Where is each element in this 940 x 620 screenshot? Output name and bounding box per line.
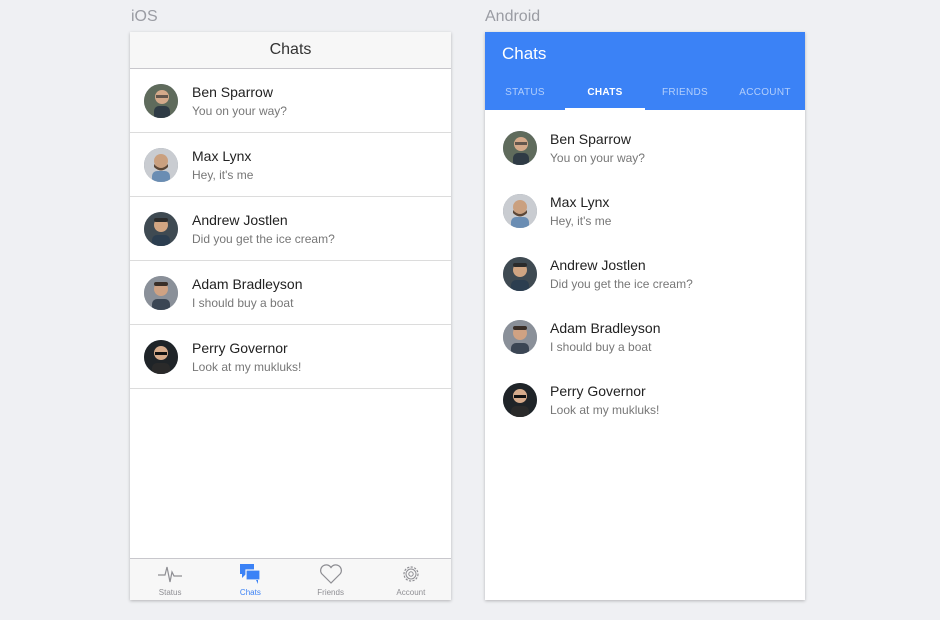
chat-name: Andrew Jostlen [550, 257, 646, 273]
avatar [144, 276, 178, 310]
chat-message: I should buy a boat [550, 340, 652, 354]
avatar [503, 257, 537, 291]
avatar [503, 320, 537, 354]
android-chat-list: Ben Sparrow You on your way? Max Lynx He… [485, 110, 805, 435]
chat-bubbles-icon [237, 563, 263, 585]
heart-icon [318, 563, 344, 585]
gear-icon [398, 563, 424, 585]
android-app-bar: Chats STATUS CHATS FRIENDS ACCOUNT [485, 32, 805, 110]
avatar [144, 340, 178, 374]
ios-label: iOS [131, 8, 158, 25]
chat-name: Adam Bradleyson [550, 320, 661, 336]
chat-name: Andrew Jostlen [192, 212, 288, 228]
avatar [144, 148, 178, 182]
chat-message: Did you get the ice cream? [192, 232, 335, 246]
chat-row[interactable]: Adam Bradleyson I should buy a boat [485, 309, 805, 372]
chat-message: You on your way? [192, 104, 287, 118]
chat-name: Adam Bradleyson [192, 276, 303, 292]
chat-row[interactable]: Perry Governor Look at my mukluks! [485, 372, 805, 435]
chat-name: Max Lynx [192, 148, 252, 164]
chat-name: Perry Governor [192, 340, 288, 356]
chat-row[interactable]: Max Lynx Hey, it's me [130, 133, 451, 197]
avatar [144, 84, 178, 118]
android-phone: Chats STATUS CHATS FRIENDS ACCOUNT Ben S… [485, 32, 805, 600]
chat-message: Look at my mukluks! [550, 403, 660, 417]
chat-row[interactable]: Ben Sparrow You on your way? [130, 69, 451, 133]
chat-message: Hey, it's me [550, 214, 612, 228]
chat-message: I should buy a boat [192, 296, 294, 310]
tab-label: Friends [317, 588, 344, 597]
avatar [503, 131, 537, 165]
android-title: Chats [502, 44, 547, 63]
chat-message: Did you get the ice cream? [550, 277, 693, 291]
android-tab-strip: STATUS CHATS FRIENDS ACCOUNT [485, 76, 805, 110]
chat-row[interactable]: Andrew Jostlen Did you get the ice cream… [130, 197, 451, 261]
chat-row[interactable]: Ben Sparrow You on your way? [485, 120, 805, 183]
tab-friends[interactable]: FRIENDS [645, 76, 725, 110]
chat-name: Perry Governor [550, 383, 646, 399]
ios-nav-title: Chats [130, 32, 451, 69]
chat-row[interactable]: Perry Governor Look at my mukluks! [130, 325, 451, 389]
tab-label: Status [158, 588, 182, 597]
tab-account[interactable]: ACCOUNT [725, 76, 805, 110]
chat-message: Hey, it's me [192, 168, 254, 182]
chat-message: You on your way? [550, 151, 645, 165]
tab-status[interactable]: STATUS [485, 76, 565, 110]
chat-row[interactable]: Max Lynx Hey, it's me [485, 183, 805, 246]
avatar [503, 383, 537, 417]
chat-row[interactable]: Adam Bradleyson I should buy a boat [130, 261, 451, 325]
avatar [503, 194, 537, 228]
tab-friends[interactable]: Friends [291, 559, 371, 600]
ios-phone: Chats Ben Sparrow You on your way? Max L… [130, 32, 451, 600]
tab-label: Chats [239, 588, 261, 597]
tab-status[interactable]: Status [130, 559, 210, 600]
tab-label: Account [396, 588, 426, 597]
ios-tab-bar: Status Chats Friends Account [130, 558, 451, 600]
tab-account[interactable]: Account [371, 559, 451, 600]
tab-chats[interactable]: CHATS [565, 76, 645, 110]
pulse-icon [157, 563, 183, 585]
avatar [144, 212, 178, 246]
chat-name: Max Lynx [550, 194, 610, 210]
tab-chats[interactable]: Chats [210, 559, 290, 600]
android-label: Android [485, 8, 541, 25]
chat-row[interactable]: Andrew Jostlen Did you get the ice cream… [485, 246, 805, 309]
chat-name: Ben Sparrow [192, 84, 273, 100]
chat-name: Ben Sparrow [550, 131, 631, 147]
chat-message: Look at my mukluks! [192, 360, 302, 374]
